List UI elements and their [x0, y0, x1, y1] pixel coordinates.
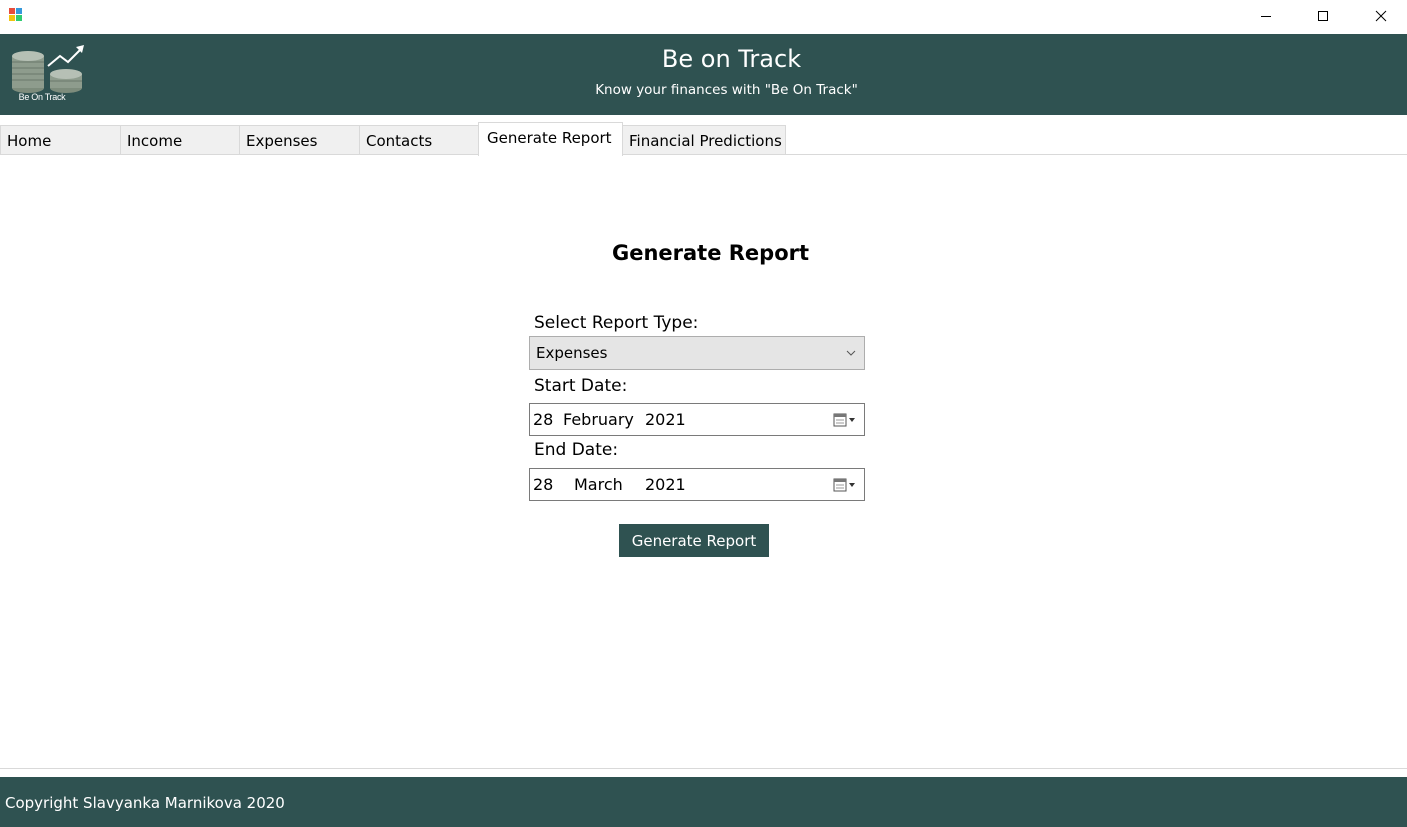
report-type-select[interactable]: Expenses — [529, 336, 865, 370]
tab-generate-report[interactable]: Generate Report — [478, 122, 623, 156]
end-date-year: 2021 — [645, 475, 686, 494]
report-type-label: Select Report Type: — [534, 313, 699, 333]
start-date-month: February — [563, 410, 634, 429]
tab-home[interactable]: Home — [0, 125, 121, 156]
app-footer: Copyright Slavyanka Marnikova 2020 — [0, 777, 1407, 827]
tab-financial-predictions[interactable]: Financial Predictions — [622, 125, 786, 156]
app-title: Be on Track — [661, 45, 802, 73]
maximize-button[interactable] — [1294, 0, 1352, 32]
minimize-icon — [1261, 16, 1271, 17]
maximize-icon — [1318, 11, 1328, 21]
start-date-day: 28 — [533, 410, 554, 429]
tab-contacts[interactable]: Contacts — [359, 125, 480, 156]
page-title: Generate Report — [611, 241, 810, 265]
window-titlebar — [0, 0, 1407, 34]
start-date-label: Start Date: — [534, 376, 628, 396]
tab-expenses[interactable]: Expenses — [239, 125, 360, 156]
close-button[interactable] — [1352, 0, 1407, 32]
calendar-dropdown-icon[interactable] — [832, 476, 858, 494]
minimize-button[interactable] — [1237, 0, 1295, 32]
report-type-value: Expenses — [536, 344, 608, 362]
tab-strip: Home Income Expenses Contacts Generate R… — [0, 115, 1407, 156]
end-date-day: 28 — [533, 475, 554, 494]
app-icon — [9, 8, 22, 21]
chevron-down-icon — [846, 350, 856, 356]
start-date-picker[interactable]: 28 February 2021 — [529, 403, 865, 436]
tab-income[interactable]: Income — [120, 125, 240, 156]
close-icon — [1375, 10, 1387, 22]
end-date-label: End Date: — [534, 440, 619, 460]
generate-report-button[interactable]: Generate Report — [619, 524, 769, 557]
start-date-year: 2021 — [645, 410, 686, 429]
app-subtitle: Know your finances with "Be On Track" — [595, 82, 858, 98]
app-header: Be On Track Be on Track Know your financ… — [0, 34, 1407, 115]
report-panel: Generate Report Select Report Type: Expe… — [0, 155, 1407, 769]
copyright-text: Copyright Slavyanka Marnikova 2020 — [5, 794, 285, 812]
end-date-picker[interactable]: 28 March 2021 — [529, 468, 865, 501]
calendar-dropdown-icon[interactable] — [832, 411, 858, 429]
end-date-month: March — [574, 475, 623, 494]
